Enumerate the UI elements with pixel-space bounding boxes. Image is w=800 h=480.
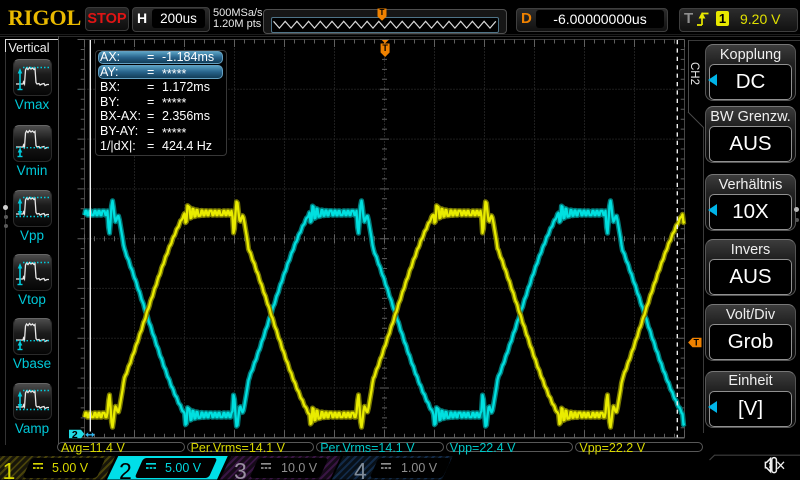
svg-text:T: T [693, 338, 699, 348]
svg-text:T: T [380, 8, 385, 17]
svg-text:T: T [382, 43, 388, 53]
svg-text:2: 2 [72, 429, 78, 441]
